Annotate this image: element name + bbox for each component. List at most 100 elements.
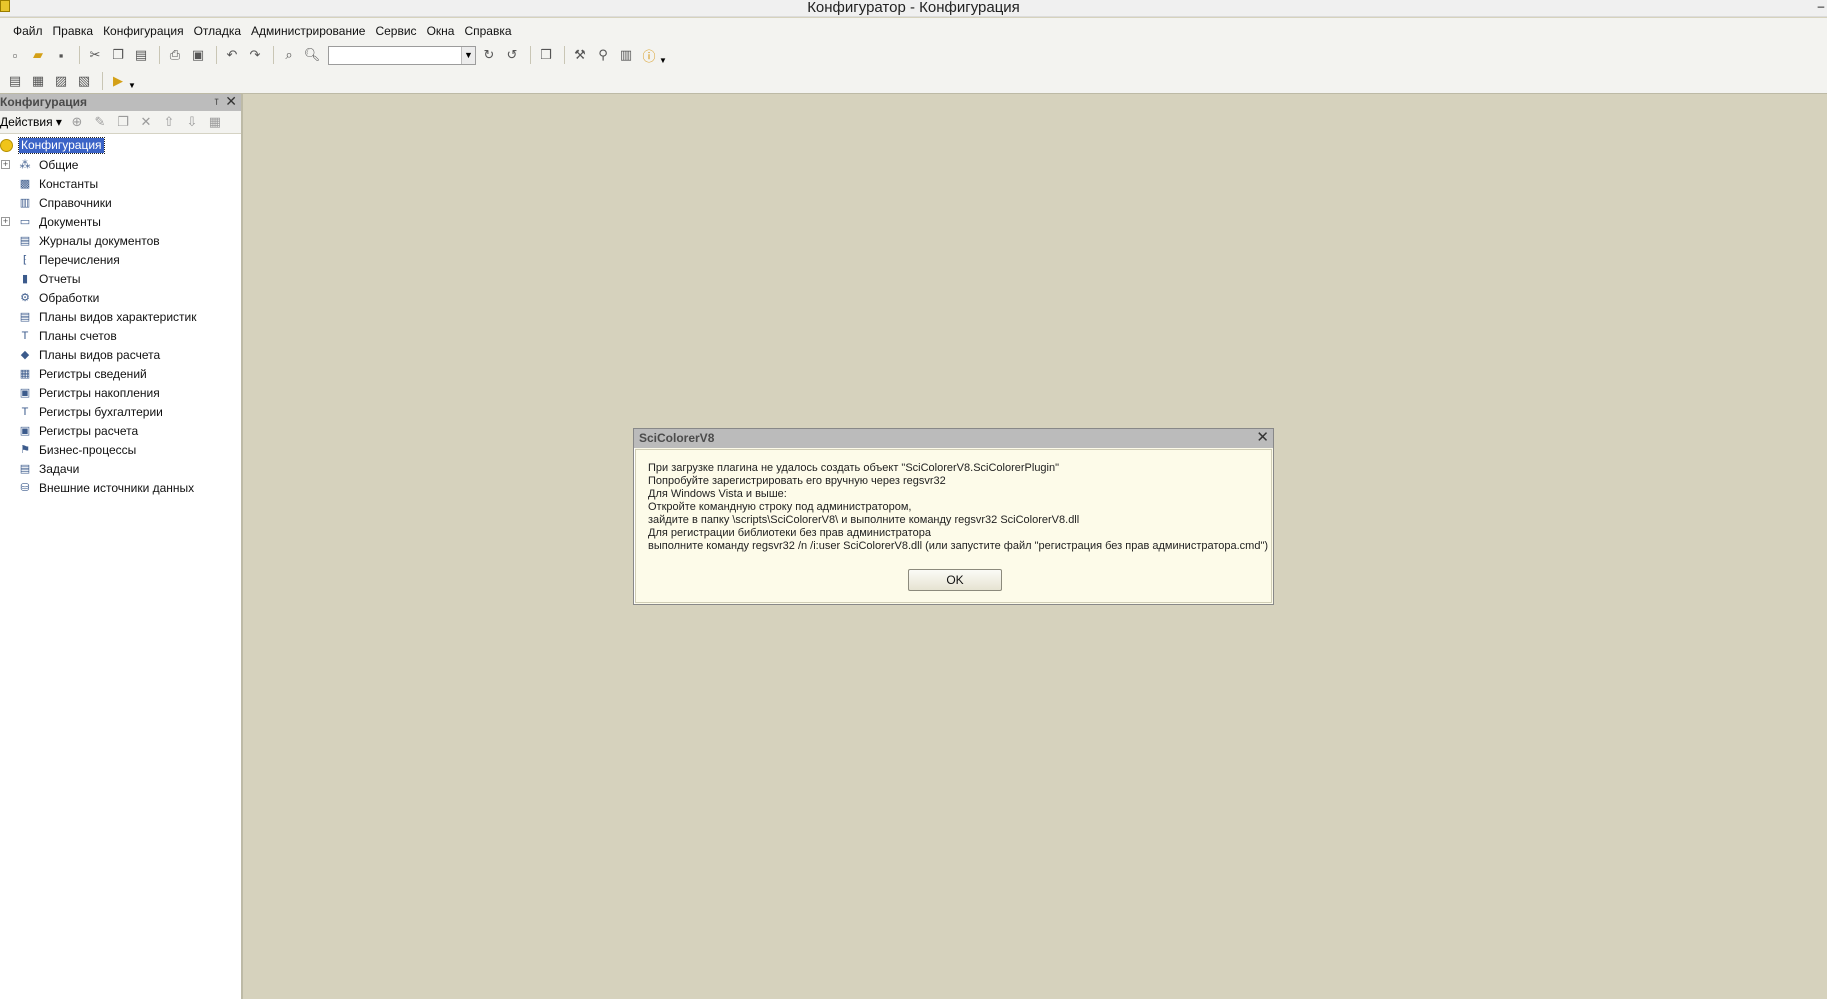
sort-icon[interactable]: ▦ [206, 113, 224, 131]
expand-icon[interactable]: + [1, 217, 10, 226]
tree-item-label: Журналы документов [39, 233, 160, 248]
add-icon[interactable]: ⊕ [68, 113, 86, 131]
pin-icon[interactable]: ⊺ [214, 94, 219, 111]
menu-windows[interactable]: Окна [423, 24, 459, 38]
compare-icon[interactable]: ▦ [28, 71, 48, 91]
syntax-helper-icon[interactable]: ⚲ [593, 45, 613, 65]
tree-item[interactable]: T Планы счетов [0, 326, 241, 345]
tree-item[interactable]: ▤ Задачи [0, 459, 241, 478]
tree-item[interactable]: ⚙ Обработки [0, 288, 241, 307]
tree-item[interactable]: T Регистры бухгалтерии [0, 402, 241, 421]
tree-item-label: Внешние источники данных [39, 480, 195, 495]
toolbar-separator [159, 46, 160, 64]
save-icon[interactable]: ▪ [51, 45, 71, 65]
tree-item-label: Планы счетов [39, 328, 117, 343]
tree-item[interactable]: ▣ Регистры расчета [0, 421, 241, 440]
menu-bar: Файл Правка Конфигурация Отладка Админис… [0, 18, 1827, 43]
menu-debug[interactable]: Отладка [190, 24, 245, 38]
find-next-icon[interactable]: ↻ [479, 45, 499, 65]
chart-of-calculation-types-icon: ◆ [20, 349, 30, 361]
run-dropdown-icon[interactable]: ▼ [128, 81, 136, 90]
database-icon[interactable]: ▨ [51, 71, 71, 91]
panel-header: Конфигурация ⊺ ✕ [0, 93, 241, 111]
tree-item-label: Отчеты [39, 271, 81, 286]
cut-icon[interactable]: ✂ [85, 45, 105, 65]
constants-icon: ▩ [19, 178, 31, 190]
tree-item-label: Задачи [39, 461, 80, 476]
table-icon[interactable]: ▧ [74, 71, 94, 91]
tree-item[interactable]: ▦ Регистры сведений [0, 364, 241, 383]
tree-item[interactable]: + ▭ Документы [0, 212, 241, 231]
copy-item-icon[interactable]: ❐ [114, 113, 132, 131]
run-debug-icon[interactable]: ▶ [108, 71, 128, 91]
expand-icon[interactable]: + [1, 160, 10, 169]
window-title: Конфигуратор - Конфигурация [807, 0, 1020, 16]
dialog-close-icon[interactable]: ✕ [1256, 428, 1269, 447]
toolbar-separator [102, 71, 103, 90]
configuration-tree: Конфигурация + ⁂ Общие ▩ Константы ▥ Справочни… [0, 134, 241, 497]
actions-menu[interactable]: Действия ▾ [0, 115, 62, 129]
windows-icon[interactable]: ❒ [536, 45, 556, 65]
dialog-titlebar: SciColorerV8 ✕ [634, 429, 1273, 448]
new-file-icon[interactable]: ▫ [5, 45, 25, 65]
dialog-message-line: Откройте командную строку под администра… [648, 501, 912, 513]
ok-button[interactable]: OK [908, 569, 1002, 591]
move-up-icon[interactable]: ⇧ [160, 113, 178, 131]
tree-item[interactable]: ⚑ Бизнес-процессы [0, 440, 241, 459]
menu-service[interactable]: Сервис [371, 24, 420, 38]
tree-item[interactable]: ▤ Журналы документов [0, 231, 241, 250]
chart-of-accounts-icon: T [21, 329, 29, 342]
tree-item[interactable]: ⁅ Перечисления [0, 250, 241, 269]
search-icon[interactable]: 🔍︎ [302, 45, 322, 65]
search-input[interactable]: ▼ [328, 45, 476, 65]
redo-icon[interactable]: ↷ [245, 45, 265, 65]
print-preview-icon[interactable]: ▣ [188, 45, 208, 65]
help-book-icon[interactable]: ▥ [616, 45, 636, 65]
tree-item[interactable]: + ⁂ Общие [0, 155, 241, 174]
menu-file[interactable]: Файл [9, 24, 47, 38]
reports-icon: ▮ [21, 273, 29, 285]
edit-icon[interactable]: ✎ [91, 113, 109, 131]
chevron-down-icon[interactable]: ▼ [461, 46, 475, 64]
info-icon[interactable]: ⓘ [639, 45, 659, 65]
tree-root-label: Конфигурация [18, 137, 105, 154]
tools-icon[interactable]: ⚒ [570, 45, 590, 65]
menu-configuration[interactable]: Конфигурация [99, 24, 188, 38]
copy-icon[interactable]: ❐ [108, 45, 128, 65]
tasks-icon: ▤ [19, 463, 31, 475]
toolbar-dropdown-icon[interactable]: ▼ [659, 56, 667, 65]
close-icon[interactable]: ✕ [225, 93, 237, 110]
tree-item[interactable]: ▥ Справочники [0, 193, 241, 212]
tree-item-label: Планы видов характеристик [39, 309, 197, 324]
tree-item-label: Перечисления [39, 252, 120, 267]
tree-item[interactable]: ▮ Отчеты [0, 269, 241, 288]
tree-item[interactable]: ⛁ Внешние источники данных [0, 478, 241, 497]
tree-item[interactable]: ▩ Константы [0, 174, 241, 193]
minimize-button[interactable]: – [1815, 0, 1827, 14]
config-tree-icon[interactable]: ▤ [5, 71, 25, 91]
dialog-message-line: выполните команду regsvr32 /n /i:user Sc… [648, 540, 1269, 552]
tree-item-label: Бизнес-процессы [39, 442, 137, 457]
error-dialog: SciColorerV8 ✕ При загрузке плагина не у… [633, 428, 1274, 605]
paste-icon[interactable]: ▤ [131, 45, 151, 65]
menu-administration[interactable]: Администрирование [247, 24, 369, 38]
open-file-icon[interactable]: ▰ [28, 45, 48, 65]
tree-item[interactable]: ▤ Планы видов характеристик [0, 307, 241, 326]
print-icon[interactable]: ⎙ [165, 45, 185, 65]
menu-edit[interactable]: Правка [49, 24, 98, 38]
find-prev-icon[interactable]: ↺ [502, 45, 522, 65]
dialog-message-line: зайдите в папку \scripts\SciColorerV8\ и… [648, 514, 1080, 526]
document-journals-icon: ▤ [19, 235, 31, 247]
menu-help[interactable]: Справка [460, 24, 515, 38]
find-icon[interactable]: ⌕ [279, 45, 299, 65]
toolbar-separator [530, 46, 531, 64]
undo-icon[interactable]: ↶ [222, 45, 242, 65]
tree-item-label: Регистры бухгалтерии [39, 404, 163, 419]
configuration-icon [0, 139, 13, 152]
tree-item[interactable]: ◆ Планы видов расчета [0, 345, 241, 364]
tree-item[interactable]: ▣ Регистры накопления [0, 383, 241, 402]
toolbar-separator [216, 46, 217, 64]
move-down-icon[interactable]: ⇩ [183, 113, 201, 131]
delete-icon[interactable]: ✕ [137, 113, 155, 131]
tree-root[interactable]: Конфигурация [0, 136, 241, 155]
